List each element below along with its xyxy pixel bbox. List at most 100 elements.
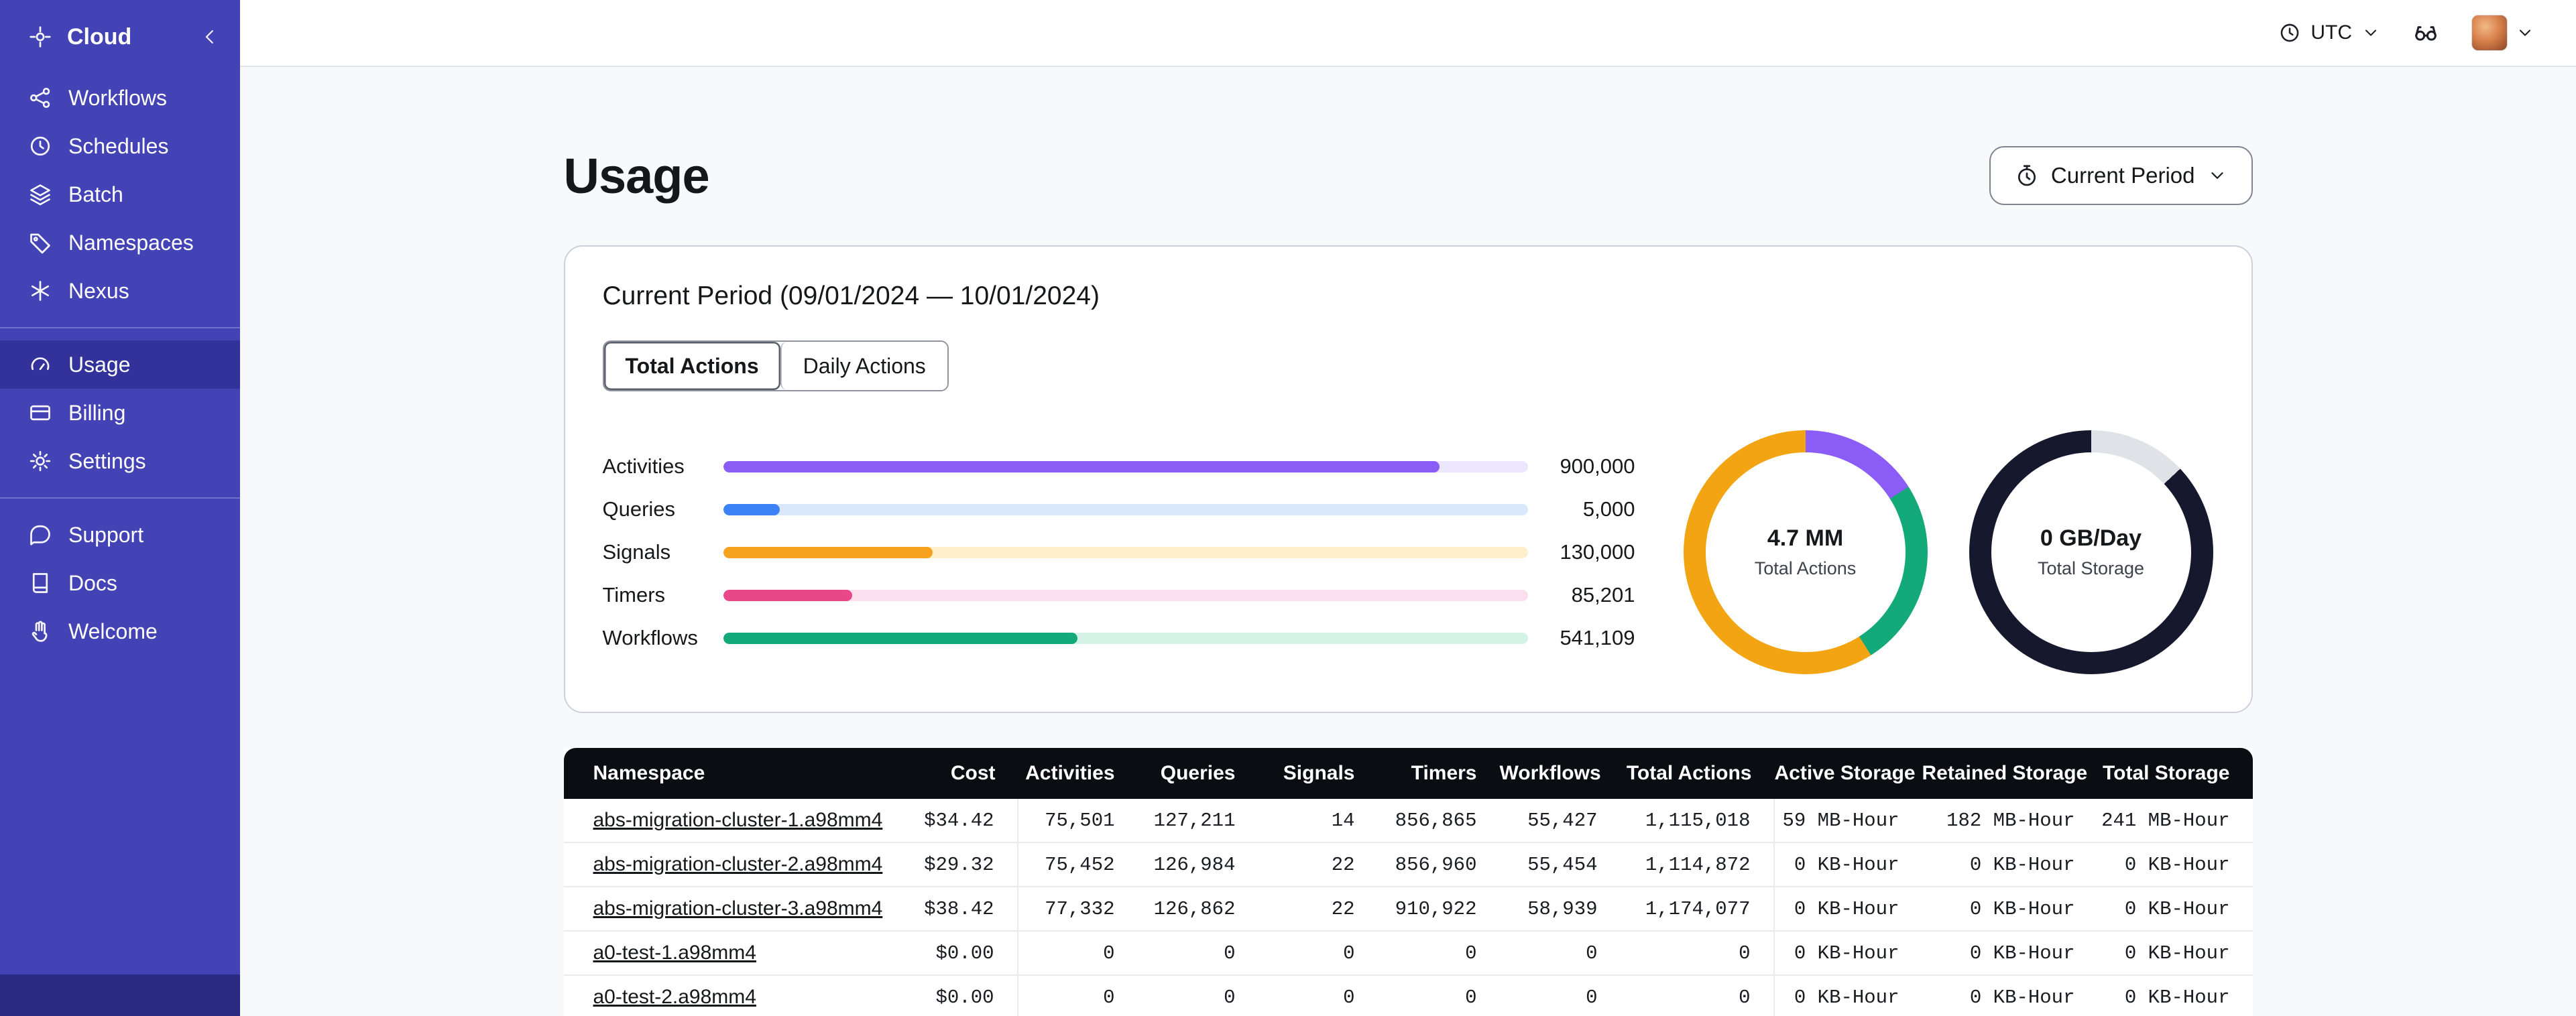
bar-row: Timers 85,201 <box>603 574 1635 617</box>
column-header: Total Actions <box>1620 748 1775 799</box>
sidebar-divider <box>0 327 240 328</box>
donut-label: Total Actions <box>1754 558 1857 578</box>
sidebar-item-label: Billing <box>68 400 126 425</box>
timezone-selector[interactable]: UTC <box>2278 21 2380 44</box>
usage-charts: Activities 900,000 Queries 5,000 Signals <box>603 430 2214 674</box>
sidebar-item-label: Workflows <box>68 85 167 110</box>
spectacles-icon[interactable] <box>2412 19 2439 46</box>
table-cell: $34.42 <box>890 799 1018 843</box>
schedules-icon <box>28 134 52 158</box>
sidebar-item-docs[interactable]: Docs <box>0 559 240 607</box>
namespace-link[interactable]: a0-test-2.a98mm4 <box>593 986 756 1008</box>
period-selector-button[interactable]: Current Period <box>1989 146 2253 205</box>
sidebar-item-label: Batch <box>68 182 123 206</box>
bar-row: Activities 900,000 <box>603 445 1635 488</box>
table-cell: 0 KB-Hour <box>1922 887 2098 932</box>
namespace-usage-table: Namespace Cost Activities Queries Signal… <box>563 748 2253 1016</box>
bar-fill <box>723 589 852 601</box>
sidebar-item-settings[interactable]: Settings <box>0 437 240 485</box>
table-cell: 0 <box>1499 932 1621 976</box>
sidebar-item-usage[interactable]: Usage <box>0 340 240 389</box>
table-cell: 0 KB-Hour <box>2097 887 2253 932</box>
bar-value: 541,109 <box>1560 626 1635 649</box>
tab-total-actions[interactable]: Total Actions <box>603 342 780 390</box>
table-cell: 126,862 <box>1137 887 1258 932</box>
avatar <box>2471 15 2508 51</box>
collapse-sidebar-button[interactable] <box>200 27 220 47</box>
table-cell: 1,115,018 <box>1620 799 1775 843</box>
sidebar: Cloud Workflows Schedules Batch Namespac… <box>0 0 240 1016</box>
sidebar-item-support[interactable]: Support <box>0 511 240 559</box>
table-row: a0-test-1.a98mm4 $0.00 0 0 0 0 0 0 0 KB-Hour 0 KB… <box>563 932 2253 976</box>
table-cell: 0 KB-Hour <box>1922 932 2098 976</box>
table-cell: 241 MB-Hour <box>2097 799 2253 843</box>
column-header: Signals <box>1258 748 1378 799</box>
page-title: Usage <box>563 147 710 204</box>
table-cell: 0 KB-Hour <box>1774 932 1922 976</box>
namespace-link[interactable]: abs-migration-cluster-2.a98mm4 <box>593 853 883 875</box>
table-cell: 14 <box>1258 799 1378 843</box>
namespace-link[interactable]: abs-migration-cluster-1.a98mm4 <box>593 809 883 831</box>
usage-table-body: abs-migration-cluster-1.a98mm4 $34.42 75,5… <box>563 799 2253 1016</box>
table-cell: 0 <box>1500 976 1621 1016</box>
sidebar-item-label: Welcome <box>68 619 158 643</box>
bar-track <box>723 589 1528 601</box>
bar-track <box>723 546 1528 558</box>
account-menu[interactable] <box>2471 15 2534 51</box>
sidebar-item-welcome[interactable]: Welcome <box>0 607 240 655</box>
bar-label: Workflows <box>602 626 698 649</box>
bar-row: Workflows 541,109 <box>603 617 1635 659</box>
settings-icon <box>28 449 52 473</box>
bar-fill <box>723 632 1077 644</box>
donut-value: 0 GB/Day <box>2040 525 2142 551</box>
tab-daily-actions[interactable]: Daily Actions <box>780 342 947 390</box>
sidebar-item-namespaces[interactable]: Namespaces <box>0 218 240 267</box>
bar-track <box>723 503 1528 515</box>
table-cell: a0-test-2.a98mm4 <box>564 976 891 1016</box>
table-cell: 0 KB-Hour <box>1775 976 1922 1016</box>
table-cell: 0 KB-Hour <box>1922 976 2098 1016</box>
bar-label: Queries <box>602 497 676 521</box>
content-scroll: Usage Current Period Current Period (09/… <box>240 67 2576 1016</box>
brand-row: Cloud <box>0 0 240 74</box>
table-cell: 910,922 <box>1377 887 1500 932</box>
usage-bar-chart: Activities 900,000 Queries 5,000 Signals <box>603 445 1635 659</box>
welcome-wave-icon <box>28 619 52 643</box>
sidebar-item-schedules[interactable]: Schedules <box>0 122 240 170</box>
table-cell: 1,114,872 <box>1620 843 1775 887</box>
donut-value: 4.7 MM <box>1767 525 1844 551</box>
table-cell: 0 <box>1258 932 1378 976</box>
sidebar-footer <box>0 974 240 1016</box>
table-cell: abs-migration-cluster-2.a98mm4 <box>563 843 891 887</box>
support-icon <box>28 523 52 547</box>
table-cell: 0 <box>1377 932 1500 976</box>
billing-icon <box>28 401 52 425</box>
table-cell: $0.00 <box>890 932 1018 976</box>
nexus-icon <box>28 279 52 303</box>
sidebar-item-batch[interactable]: Batch <box>0 170 240 218</box>
bar-fill <box>723 460 1440 472</box>
sidebar-item-nexus[interactable]: Nexus <box>0 267 240 315</box>
column-header: Cost <box>890 748 1018 799</box>
namespaces-icon <box>28 231 52 255</box>
donut-label: Total Storage <box>2037 558 2145 578</box>
workflows-icon <box>28 86 52 110</box>
stopwatch-icon <box>2015 164 2039 188</box>
topbar: UTC <box>240 0 2576 67</box>
table-cell: 0 <box>1018 976 1138 1016</box>
namespace-link[interactable]: a0-test-1.a98mm4 <box>593 942 756 964</box>
sidebar-item-label: Namespaces <box>68 230 194 255</box>
total-actions-donut: 4.7 MM Total Actions <box>1683 430 1928 674</box>
bar-row: Signals 130,000 <box>603 531 1635 574</box>
chevron-down-icon <box>2207 166 2227 186</box>
table-cell: 856,865 <box>1377 799 1500 843</box>
table-cell: abs-migration-cluster-1.a98mm4 <box>563 799 891 843</box>
clock-icon <box>2278 21 2301 44</box>
sidebar-item-billing[interactable]: Billing <box>0 389 240 437</box>
usage-summary-card: Current Period (09/01/2024 — 10/01/2024)… <box>563 245 2253 713</box>
table-cell: 55,454 <box>1499 843 1621 887</box>
sidebar-item-workflows[interactable]: Workflows <box>0 74 240 122</box>
namespace-link[interactable]: abs-migration-cluster-3.a98mm4 <box>593 897 883 919</box>
column-header: Retained Storage <box>1922 748 2098 799</box>
table-cell: 0 <box>1621 976 1775 1016</box>
